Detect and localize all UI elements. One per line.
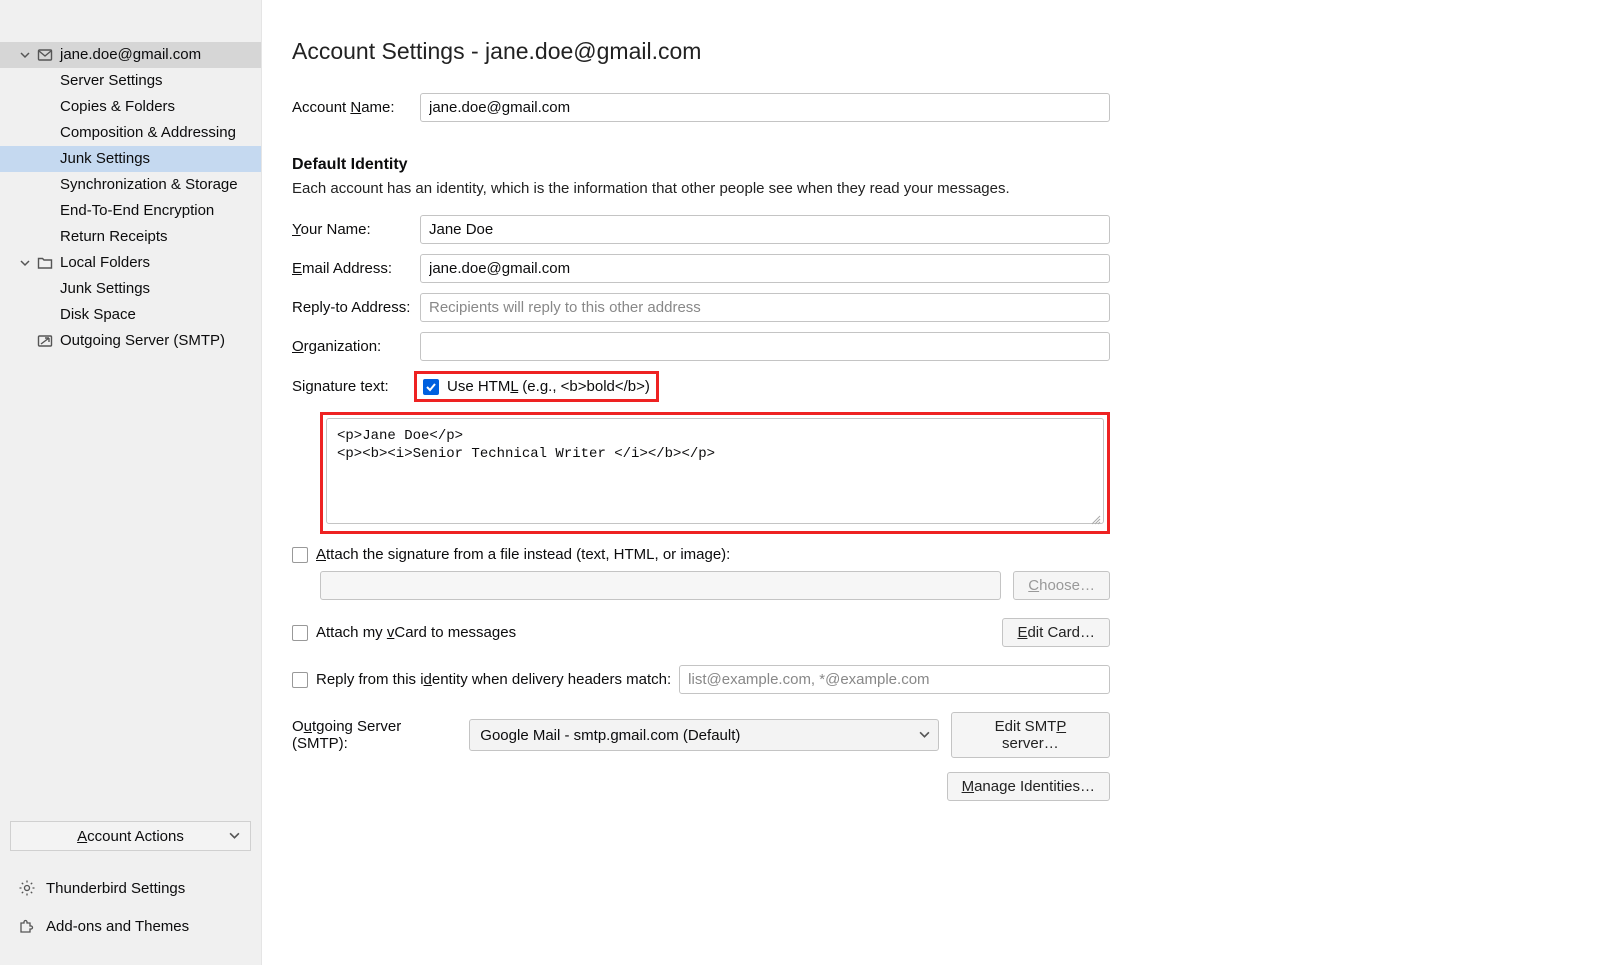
reply-identity-checkbox[interactable] <box>292 672 308 688</box>
attach-vcard-label: Attach my vCard to messages <box>316 624 516 641</box>
chevron-down-icon <box>919 727 930 744</box>
local-folders-root[interactable]: Local Folders <box>0 250 261 276</box>
signature-textarea[interactable] <box>326 418 1104 524</box>
folder-icon <box>36 254 54 272</box>
email-label: Email Address: <box>292 260 420 277</box>
outgoing-server-label: Outgoing Server (SMTP): <box>292 718 457 752</box>
thunderbird-settings-button[interactable]: Thunderbird Settings <box>0 869 261 907</box>
puzzle-icon <box>18 917 36 935</box>
use-html-label: Use HTML (e.g., <b>bold</b>) <box>447 378 650 395</box>
choose-file-button[interactable]: Choose… <box>1013 571 1110 600</box>
page-title: Account Settings - jane.doe@gmail.com <box>292 38 1562 65</box>
reply-to-label: Reply-to Address: <box>292 299 420 316</box>
sidebar-item-disk-space[interactable]: Disk Space <box>0 302 261 328</box>
sidebar-item-return-receipts[interactable]: Return Receipts <box>0 224 261 250</box>
mail-icon <box>36 46 54 64</box>
signature-highlight <box>320 412 1110 534</box>
your-name-label: Your Name: <box>292 221 420 238</box>
sidebar: jane.doe@gmail.com Server Settings Copie… <box>0 0 262 965</box>
use-html-checkbox[interactable] <box>423 379 439 395</box>
gear-icon <box>18 879 36 897</box>
account-name-label: Account Name: <box>292 99 420 116</box>
your-name-input[interactable] <box>420 215 1110 244</box>
sidebar-item-sync-storage[interactable]: Synchronization & Storage <box>0 172 261 198</box>
organization-input[interactable] <box>420 332 1110 361</box>
sidebar-item-composition-addressing[interactable]: Composition & Addressing <box>0 120 261 146</box>
default-identity-heading: Default Identity <box>292 156 1562 174</box>
reply-identity-input[interactable] <box>679 665 1110 694</box>
signature-file-path-input[interactable] <box>320 571 1001 600</box>
attach-signature-file-checkbox[interactable] <box>292 547 308 563</box>
chevron-down-icon <box>20 50 30 60</box>
use-html-highlight: Use HTML (e.g., <b>bold</b>) <box>414 371 659 402</box>
sidebar-item-junk-settings[interactable]: Junk Settings <box>0 146 261 172</box>
chevron-down-icon <box>20 258 30 268</box>
reply-to-input[interactable] <box>420 293 1110 322</box>
sidebar-item-copies-folders[interactable]: Copies & Folders <box>0 94 261 120</box>
organization-label: Organization: <box>292 338 420 355</box>
send-icon <box>36 332 54 350</box>
identity-description: Each account has an identity, which is t… <box>292 180 1562 197</box>
sidebar-item-server-settings[interactable]: Server Settings <box>0 68 261 94</box>
account-tree-root[interactable]: jane.doe@gmail.com <box>0 42 261 68</box>
outgoing-server-select[interactable]: Google Mail - smtp.gmail.com (Default) <box>469 719 939 751</box>
edit-card-button[interactable]: Edit Card… <box>1002 618 1110 647</box>
chevron-down-icon <box>229 828 240 845</box>
main-content: Account Settings - jane.doe@gmail.com Ac… <box>262 0 1602 965</box>
email-input[interactable] <box>420 254 1110 283</box>
account-actions-button[interactable]: Account Actions <box>10 821 251 851</box>
attach-signature-file-label: Attach the signature from a file instead… <box>316 546 730 563</box>
manage-identities-button[interactable]: Manage Identities… <box>947 772 1110 801</box>
attach-vcard-checkbox[interactable] <box>292 625 308 641</box>
account-name-input[interactable] <box>420 93 1110 122</box>
addons-themes-button[interactable]: Add-ons and Themes <box>0 907 261 945</box>
sidebar-item-e2e-encryption[interactable]: End-To-End Encryption <box>0 198 261 224</box>
account-name: jane.doe@gmail.com <box>60 42 201 68</box>
account-actions-label: Account Actions <box>77 828 184 845</box>
signature-text-label: Signature text: <box>292 378 420 395</box>
reply-identity-label: Reply from this identity when delivery h… <box>316 671 671 688</box>
sidebar-item-local-junk[interactable]: Junk Settings <box>0 276 261 302</box>
local-folders-label: Local Folders <box>60 250 150 276</box>
sidebar-item-outgoing-smtp[interactable]: Outgoing Server (SMTP) <box>0 328 261 354</box>
edit-smtp-server-button[interactable]: Edit SMTP server… <box>951 712 1110 758</box>
